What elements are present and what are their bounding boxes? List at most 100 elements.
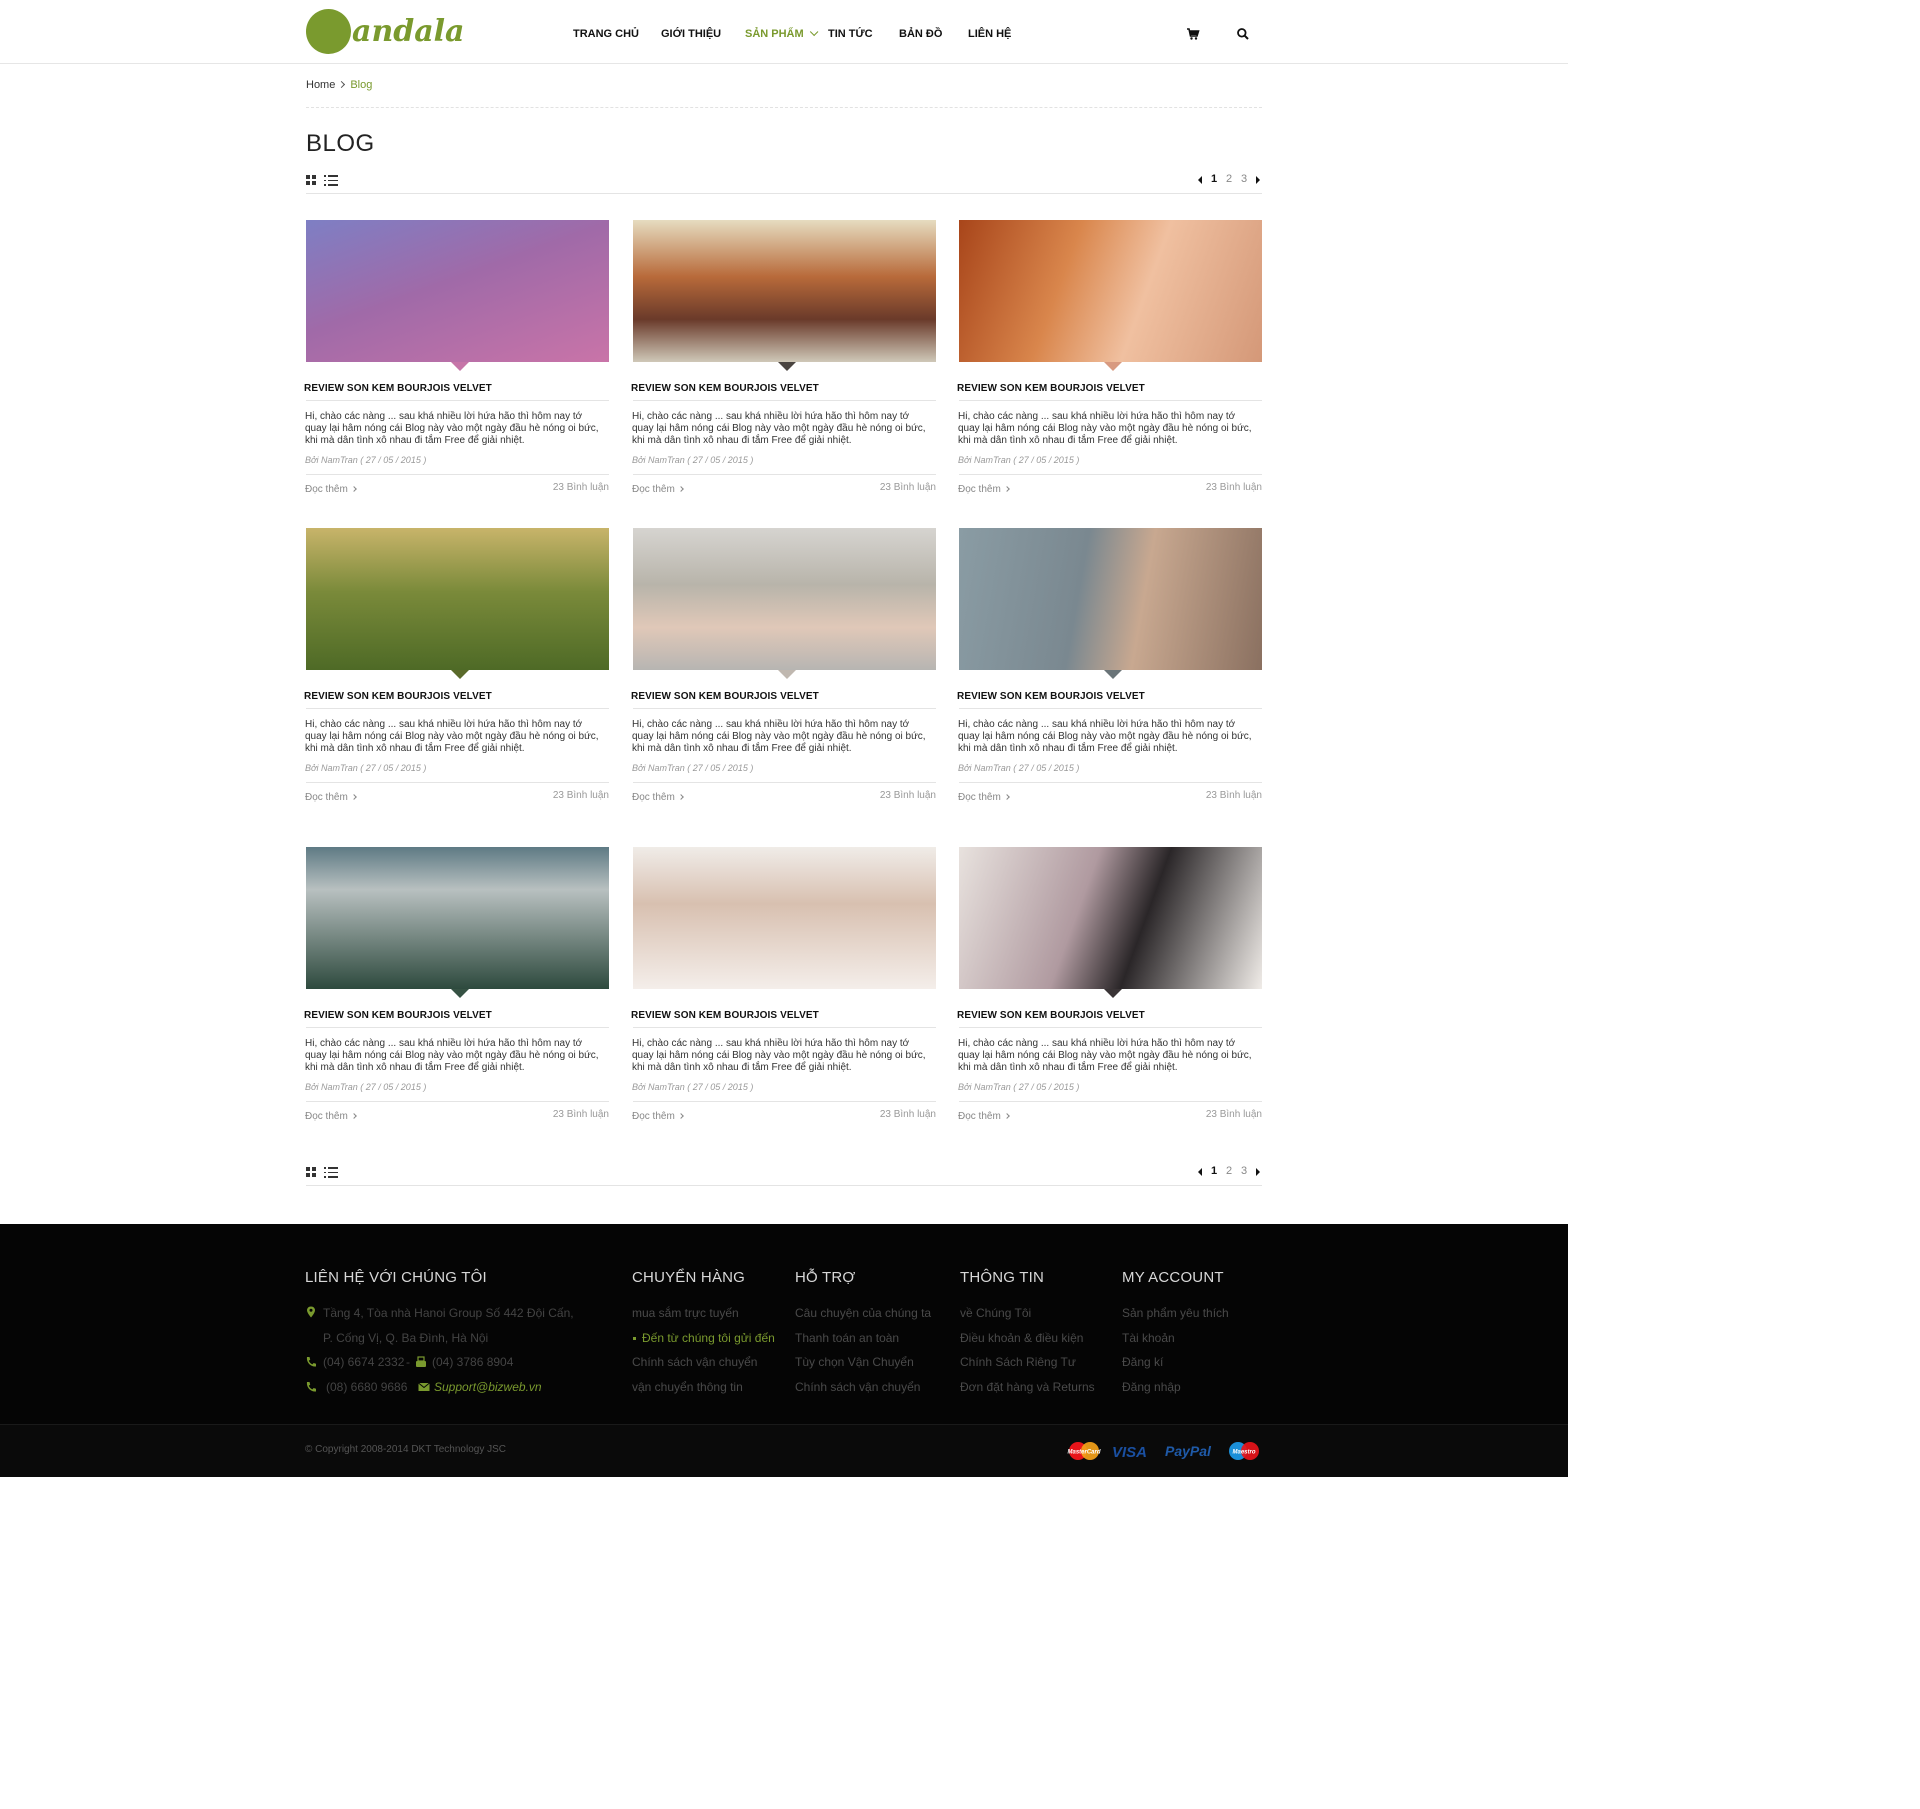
- post-title[interactable]: REVIEW SON KEM BOURJOIS VELVET: [957, 691, 1145, 702]
- next-page-icon[interactable]: [1256, 176, 1260, 184]
- comment-count[interactable]: 23 Bình luận: [1206, 482, 1262, 493]
- main-nav: TRANG CHỦ GIỚI THIỆU SẢN PHẨM TIN TỨC BẢ…: [0, 27, 1568, 44]
- read-more-link[interactable]: Đọc thêm: [632, 792, 684, 803]
- chevron-right-icon: [350, 486, 357, 492]
- page-link[interactable]: 3: [1241, 173, 1247, 185]
- footer-email-link[interactable]: Support@bizweb.vn: [434, 1380, 542, 1394]
- post-image[interactable]: [633, 528, 936, 670]
- read-more-link[interactable]: Đọc thêm: [305, 792, 357, 803]
- read-more-link[interactable]: Đọc thêm: [305, 1111, 357, 1122]
- post-image[interactable]: [959, 847, 1262, 989]
- read-more-link[interactable]: Đọc thêm: [958, 484, 1010, 495]
- grid-view-icon[interactable]: [306, 175, 316, 185]
- footer-link[interactable]: Đăng nhập: [1122, 1380, 1181, 1394]
- page-link[interactable]: 1: [1211, 173, 1217, 185]
- nav-item-contact[interactable]: LIÊN HỆ: [968, 28, 1011, 40]
- paypal-logo: PayPal: [1165, 1443, 1212, 1459]
- toolbar-top: 1 2 3: [306, 173, 1262, 194]
- footer-link[interactable]: Tùy chọn Vận Chuyển: [795, 1355, 914, 1369]
- comment-count[interactable]: 23 Bình luận: [553, 790, 609, 801]
- site-header: andala TRANG CHỦ GIỚI THIỆU SẢN PHẨM TIN…: [0, 0, 1568, 64]
- post-image[interactable]: [306, 528, 609, 670]
- nav-item-map[interactable]: BẢN ĐỒ: [899, 28, 942, 40]
- divider: [633, 1027, 936, 1028]
- prev-page-icon[interactable]: [1198, 176, 1202, 184]
- post-image[interactable]: [959, 220, 1262, 362]
- read-more-link[interactable]: Đọc thêm: [958, 1111, 1010, 1122]
- read-more-link[interactable]: Đọc thêm: [632, 1111, 684, 1122]
- post-title[interactable]: REVIEW SON KEM BOURJOIS VELVET: [304, 383, 492, 394]
- post-image[interactable]: [306, 220, 609, 362]
- list-view-icon[interactable]: [324, 1167, 338, 1178]
- next-page-icon[interactable]: [1256, 1168, 1260, 1176]
- footer-link[interactable]: Thanh toán an toàn: [795, 1331, 899, 1345]
- nav-item-about[interactable]: GIỚI THIỆU: [661, 28, 721, 40]
- post-image[interactable]: [959, 528, 1262, 670]
- comment-count[interactable]: 23 Bình luận: [880, 482, 936, 493]
- nav-item-home[interactable]: TRANG CHỦ: [573, 28, 639, 40]
- footer-link[interactable]: về Chúng Tôi: [960, 1306, 1031, 1320]
- read-more-label: Đọc thêm: [305, 792, 348, 803]
- nav-item-news[interactable]: TIN TỨC: [828, 28, 873, 40]
- cart-icon[interactable]: [1186, 27, 1200, 41]
- divider: [306, 1101, 609, 1102]
- footer-link[interactable]: Chính sách vận chuyển: [632, 1355, 757, 1369]
- prev-page-icon[interactable]: [1198, 1168, 1202, 1176]
- chevron-right-icon: [350, 794, 357, 800]
- footer-address-line2: P. Cống Vị, Q. Ba Đình, Hà Nội: [323, 1331, 489, 1345]
- page-link[interactable]: 3: [1241, 1165, 1247, 1177]
- footer-link[interactable]: mua sắm trực tuyến: [632, 1306, 739, 1320]
- footer-link[interactable]: Chính sách vận chuyển: [795, 1380, 920, 1394]
- footer-link[interactable]: Đến từ chúng tôi gửi đến: [633, 1331, 775, 1345]
- comment-count[interactable]: 23 Bình luận: [1206, 790, 1262, 801]
- post-title[interactable]: REVIEW SON KEM BOURJOIS VELVET: [631, 383, 819, 394]
- post-meta: Bởi NamTran ( 27 / 05 / 2015 ): [632, 763, 754, 773]
- post-image[interactable]: [306, 847, 609, 989]
- footer-link[interactable]: Sản phẩm yêu thích: [1122, 1306, 1229, 1320]
- list-view-icon[interactable]: [324, 175, 338, 186]
- comment-count[interactable]: 23 Bình luận: [880, 1109, 936, 1120]
- read-more-link[interactable]: Đọc thêm: [305, 484, 357, 495]
- toolbar-divider: [306, 193, 1262, 194]
- post-title[interactable]: REVIEW SON KEM BOURJOIS VELVET: [304, 691, 492, 702]
- post-image[interactable]: [633, 220, 936, 362]
- read-more-link[interactable]: Đọc thêm: [958, 792, 1010, 803]
- chevron-right-icon: [1003, 794, 1010, 800]
- post-meta: Bởi NamTran ( 27 / 05 / 2015 ): [632, 455, 754, 465]
- post-title[interactable]: REVIEW SON KEM BOURJOIS VELVET: [957, 383, 1145, 394]
- footer-link[interactable]: Đăng kí: [1122, 1355, 1163, 1369]
- page-link[interactable]: 2: [1226, 1165, 1232, 1177]
- chevron-right-icon: [1003, 486, 1010, 492]
- post-title[interactable]: REVIEW SON KEM BOURJOIS VELVET: [631, 1010, 819, 1021]
- footer-link[interactable]: Điều khoản & điều kiện: [960, 1331, 1083, 1345]
- breadcrumb-home[interactable]: Home: [306, 79, 335, 91]
- post-image[interactable]: [633, 847, 936, 989]
- footer-link[interactable]: Chính Sách Riêng Tư: [960, 1355, 1076, 1369]
- footer-link[interactable]: Đơn đặt hàng và Returns: [960, 1380, 1095, 1394]
- post-title[interactable]: REVIEW SON KEM BOURJOIS VELVET: [957, 1010, 1145, 1021]
- comment-count[interactable]: 23 Bình luận: [1206, 1109, 1262, 1120]
- page-link[interactable]: 2: [1226, 173, 1232, 185]
- footer-phone2: (04) 3786 8904: [432, 1355, 514, 1369]
- footer-link[interactable]: Câu chuyện của chúng ta: [795, 1306, 931, 1320]
- maestro-text: Maestro: [1232, 1450, 1255, 1456]
- post-title[interactable]: REVIEW SON KEM BOURJOIS VELVET: [631, 691, 819, 702]
- comment-count[interactable]: 23 Bình luận: [880, 790, 936, 801]
- visa-text: VISA: [1112, 1444, 1147, 1461]
- nav-item-products[interactable]: SẢN PHẨM: [745, 27, 819, 40]
- chevron-right-icon: [677, 794, 684, 800]
- grid-view-icon[interactable]: [306, 1167, 316, 1177]
- page-link[interactable]: 1: [1211, 1165, 1217, 1177]
- footer-link[interactable]: vận chuyển thông tin: [632, 1380, 743, 1394]
- post-excerpt: Hi, chào các nàng ... sau khá nhiều lời …: [632, 411, 926, 446]
- maestro-logo: Maestro: [1229, 1442, 1259, 1460]
- comment-count[interactable]: 23 Bình luận: [553, 482, 609, 493]
- post-card: REVIEW SON KEM BOURJOIS VELVET Hi, chào c…: [304, 847, 609, 1132]
- divider: [959, 400, 1262, 401]
- footer-link[interactable]: Tài khoản: [1122, 1331, 1175, 1345]
- post-excerpt: Hi, chào các nàng ... sau khá nhiều lời …: [958, 719, 1252, 754]
- search-icon[interactable]: [1236, 27, 1250, 41]
- comment-count[interactable]: 23 Bình luận: [553, 1109, 609, 1120]
- read-more-link[interactable]: Đọc thêm: [632, 484, 684, 495]
- post-title[interactable]: REVIEW SON KEM BOURJOIS VELVET: [304, 1010, 492, 1021]
